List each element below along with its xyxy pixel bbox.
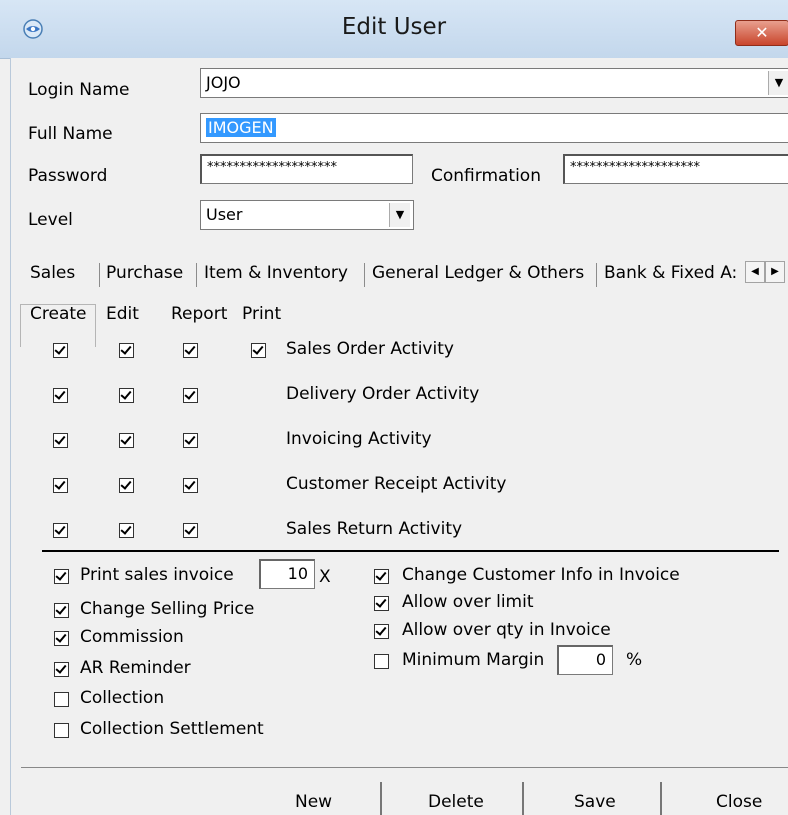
invoicing-edit-checkbox[interactable] <box>119 433 134 448</box>
tab-separator <box>364 263 365 287</box>
tab-item-inventory[interactable]: Item & Inventory <box>204 263 348 283</box>
password-label: Password <box>28 166 108 186</box>
tab-sales-label[interactable]: Sales <box>30 263 75 283</box>
delivery-order-report-checkbox[interactable] <box>183 388 198 403</box>
minimum-margin-checkbox[interactable] <box>374 654 389 669</box>
activity-invoicing: Invoicing Activity <box>286 429 432 449</box>
activity-sales-order: Sales Order Activity <box>286 339 454 359</box>
print-count-input[interactable]: 10 <box>259 559 315 589</box>
level-select[interactable]: User ▼ <box>200 200 414 230</box>
invoicing-create-checkbox[interactable] <box>53 433 68 448</box>
activity-delivery-order: Delivery Order Activity <box>286 384 480 404</box>
activity-customer-receipt: Customer Receipt Activity <box>286 474 507 494</box>
tab-general-ledger[interactable]: General Ledger & Others <box>372 263 584 283</box>
delivery-order-edit-checkbox[interactable] <box>119 388 134 403</box>
column-report: Report <box>171 304 228 324</box>
full-name-input[interactable]: IMOGEN <box>200 113 788 143</box>
title-bar: Edit User ✕ <box>0 0 788 59</box>
button-separator <box>660 782 662 815</box>
activity-sales-return: Sales Return Activity <box>286 519 463 539</box>
button-bar-divider <box>21 767 788 768</box>
invoicing-report-checkbox[interactable] <box>183 433 198 448</box>
commission-checkbox[interactable] <box>54 631 69 646</box>
full-name-label: Full Name <box>28 124 113 144</box>
change-selling-price-checkbox[interactable] <box>54 603 69 618</box>
allow-over-limit-label: Allow over limit <box>402 592 534 612</box>
collection-label: Collection <box>80 688 165 708</box>
sales-order-report-checkbox[interactable] <box>183 343 198 358</box>
allow-over-qty-checkbox[interactable] <box>374 624 389 639</box>
sales-order-create-checkbox[interactable] <box>53 343 68 358</box>
window-title: Edit User <box>341 14 447 40</box>
section-divider <box>42 550 779 552</box>
level-value: User <box>206 205 243 224</box>
print-sales-invoice-label: Print sales invoice <box>80 565 234 585</box>
close-button[interactable]: Close <box>716 792 762 812</box>
level-label: Level <box>28 210 73 230</box>
tab-separator <box>596 263 597 287</box>
chevron-down-icon[interactable]: ▼ <box>768 71 788 95</box>
column-create: Create <box>30 304 87 324</box>
login-name-value: JOJO <box>206 73 241 92</box>
chevron-down-icon[interactable]: ▼ <box>389 203 410 227</box>
login-name-combo[interactable]: JOJO ▼ <box>200 68 788 98</box>
tab-purchase[interactable]: Purchase <box>106 263 183 283</box>
allow-over-limit-checkbox[interactable] <box>374 596 389 611</box>
customer-receipt-report-checkbox[interactable] <box>183 478 198 493</box>
delivery-order-create-checkbox[interactable] <box>53 388 68 403</box>
confirmation-input[interactable]: ******************** <box>563 154 788 184</box>
allow-over-qty-label: Allow over qty in Invoice <box>402 620 611 640</box>
minimum-margin-label: Minimum Margin <box>402 650 545 670</box>
button-separator <box>522 782 524 815</box>
print-sales-invoice-checkbox[interactable] <box>54 569 69 584</box>
customer-receipt-edit-checkbox[interactable] <box>119 478 134 493</box>
ar-reminder-label: AR Reminder <box>80 658 191 678</box>
confirmation-label: Confirmation <box>431 166 541 186</box>
sales-return-create-checkbox[interactable] <box>53 523 68 538</box>
minimum-margin-input[interactable]: 0 <box>557 645 613 675</box>
sales-order-print-checkbox[interactable] <box>251 343 266 358</box>
print-count-suffix: X <box>319 567 331 587</box>
delete-button[interactable]: Delete <box>428 792 484 812</box>
password-input[interactable]: ******************** <box>200 154 413 184</box>
sales-return-edit-checkbox[interactable] <box>119 523 134 538</box>
sales-order-edit-checkbox[interactable] <box>119 343 134 358</box>
tab-scroll-right-icon[interactable]: ▶ <box>765 261 785 283</box>
column-edit: Edit <box>106 304 139 324</box>
close-window-button[interactable]: ✕ <box>735 20 788 46</box>
tab-bank-fixed-assets[interactable]: Bank & Fixed A: <box>604 263 744 283</box>
collection-checkbox[interactable] <box>54 692 69 707</box>
column-print: Print <box>242 304 282 324</box>
ar-reminder-checkbox[interactable] <box>54 662 69 677</box>
window-content: Login Name JOJO ▼ Full Name IMOGEN Passw… <box>10 58 788 815</box>
full-name-value: IMOGEN <box>206 118 276 137</box>
commission-label: Commission <box>80 627 184 647</box>
change-customer-info-label: Change Customer Info in Invoice <box>402 565 680 585</box>
change-selling-price-label: Change Selling Price <box>80 599 255 619</box>
new-button[interactable]: New <box>295 792 332 812</box>
button-separator <box>380 782 382 815</box>
tab-scroll-left-icon[interactable]: ◀ <box>745 261 765 283</box>
save-button[interactable]: Save <box>574 792 616 812</box>
sales-return-report-checkbox[interactable] <box>183 523 198 538</box>
collection-settlement-label: Collection Settlement <box>80 719 264 739</box>
login-name-label: Login Name <box>28 80 129 100</box>
change-customer-info-checkbox[interactable] <box>374 569 389 584</box>
tab-separator <box>99 263 100 287</box>
login-name-label-text: Login Name <box>28 80 130 100</box>
tab-separator <box>196 263 197 287</box>
collection-settlement-checkbox[interactable] <box>54 723 69 738</box>
customer-receipt-create-checkbox[interactable] <box>53 478 68 493</box>
minimum-margin-suffix: % <box>626 650 643 670</box>
